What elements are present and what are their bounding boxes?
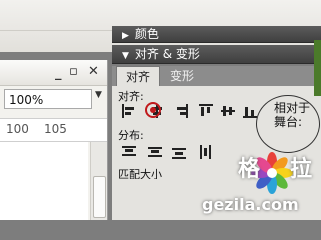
top-strip-seam xyxy=(0,30,112,31)
distribute-label: 分布: xyxy=(118,129,144,142)
color-panel-title: 颜色 xyxy=(134,27,159,41)
align-bottom-edge-icon[interactable] xyxy=(243,104,257,118)
tab-align[interactable]: 对齐 xyxy=(116,66,160,86)
align-label: 对齐: xyxy=(118,90,144,103)
restore-icon[interactable]: ▫ xyxy=(69,64,78,79)
document-window: _ ▫ ✕ 100% ▼ 100 105 xyxy=(0,60,108,220)
triangle-down-icon: ▼ xyxy=(122,51,129,61)
click-marker-icon xyxy=(145,102,161,118)
horizontal-ruler: 100 105 xyxy=(0,118,107,142)
align-panel-title: 对齐 & 变形 xyxy=(134,47,200,61)
scrollbar-thumb[interactable] xyxy=(93,176,106,218)
triangle-right-icon: ▶ xyxy=(122,31,129,41)
match-size-label: 匹配大小 xyxy=(118,168,162,179)
align-right-edge-icon[interactable] xyxy=(174,104,188,118)
align-panel-header[interactable]: ▼ 对齐 & 变形 xyxy=(112,45,321,64)
relative-to-stage-toggle[interactable]: 相对于 舞台: xyxy=(274,101,314,129)
chevron-down-icon[interactable]: ▼ xyxy=(95,90,102,100)
stage-canvas[interactable] xyxy=(0,142,88,220)
click-marker-dot xyxy=(150,107,156,113)
zoom-select[interactable]: 100% xyxy=(4,89,92,109)
tab-transform[interactable]: 变形 xyxy=(162,66,202,86)
distribute-top-icon[interactable] xyxy=(122,145,136,159)
close-icon[interactable]: ✕ xyxy=(88,64,99,79)
watermark-char-1: 格 xyxy=(238,157,263,182)
watermark-char-2: 拉 xyxy=(290,157,315,182)
ruler-tick-label: 100 xyxy=(6,122,29,136)
document-titlebar: _ ▫ ✕ xyxy=(0,60,107,86)
minimize-icon[interactable]: _ xyxy=(55,66,62,81)
relative-label-line1: 相对于 xyxy=(274,101,311,115)
align-top-edge-icon[interactable] xyxy=(199,104,213,118)
align-panel-tabs: 对齐 变形 xyxy=(112,66,321,86)
watermark-url: gezila.com xyxy=(202,195,299,214)
align-left-edge-icon[interactable] xyxy=(122,104,136,118)
zoom-value: 100% xyxy=(9,93,44,107)
color-panel-header[interactable]: ▶ 颜色 xyxy=(112,26,321,43)
distribute-bottom-icon[interactable] xyxy=(172,145,186,159)
stage-edge-strip xyxy=(314,40,321,96)
distribute-vertical-center-icon[interactable] xyxy=(148,145,162,159)
ruler-tick-label: 105 xyxy=(44,122,67,136)
relative-label-line2: 舞台: xyxy=(274,115,303,129)
watermark: 格 拉 gezila.com xyxy=(192,149,321,220)
align-vertical-center-icon[interactable] xyxy=(221,104,235,118)
vertical-scrollbar[interactable] xyxy=(90,142,107,220)
